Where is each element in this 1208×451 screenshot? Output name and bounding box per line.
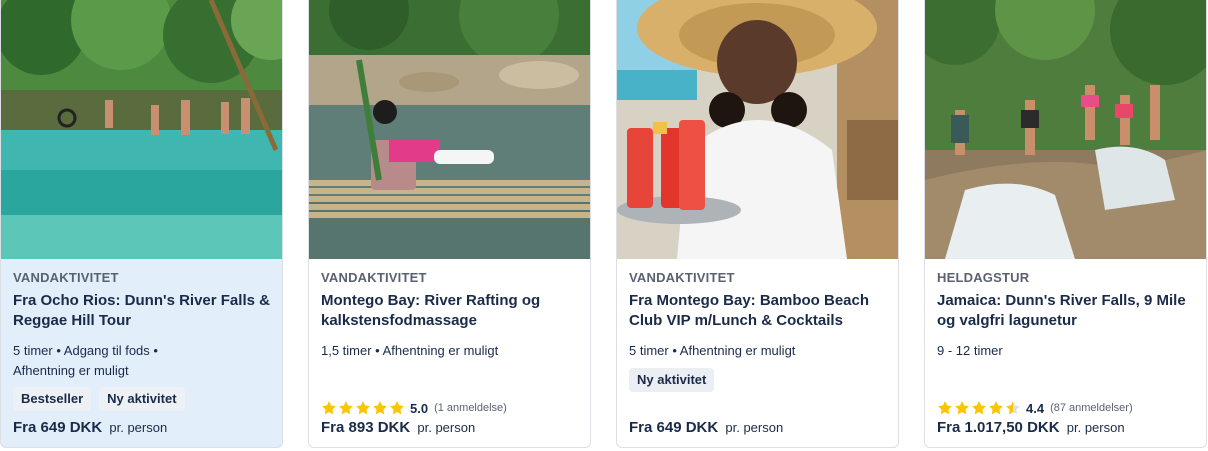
activity-badges: Ny aktivitet [629,368,715,392]
activity-photo-river[interactable] [1,0,282,259]
star-icon [1006,401,1020,415]
star-icon [322,401,336,415]
activity-price: Fra 649 DKK pr. person [13,419,167,436]
new-activity-badge: Ny aktivitet [99,387,185,411]
activity-category: VANDAKTIVITET [321,270,427,285]
bestseller-badge: Bestseller [13,387,92,411]
activity-meta: 5 timer • Afhentning er muligt [629,341,886,361]
activity-meta-line: 9 - 12 timer [937,343,1003,358]
price-amount: Fra 649 DKK [13,419,103,436]
activity-card-ocho-rios[interactable]: VANDAKTIVITET Fra Ocho Rios: Dunn's Rive… [0,0,283,448]
price-unit: pr. person [1066,420,1125,435]
star-icon [339,401,353,415]
rating-value: 5.0 [410,400,429,416]
activity-meta-line: 1,5 timer • Afhentning er muligt [321,343,499,358]
star-icon [989,401,1003,415]
activity-photo-waterfall[interactable] [925,0,1206,259]
activity-price: Fra 649 DKK pr. person [629,419,783,436]
activity-meta: 5 timer • Adgang til fods • Afhentning e… [13,341,270,381]
activity-title[interactable]: Fra Montego Bay: Bamboo Beach Club VIP m… [629,291,888,331]
activity-title[interactable]: Jamaica: Dunn's River Falls, 9 Mile og v… [937,291,1196,331]
activity-card-river-rafting[interactable]: VANDAKTIVITET Montego Bay: River Rafting… [308,0,591,448]
activity-meta: 9 - 12 timer [937,341,1194,361]
star-icon [938,401,952,415]
price-unit: pr. person [109,420,168,435]
new-activity-badge: Ny aktivitet [629,368,715,392]
price-amount: Fra 1.017,50 DKK [937,419,1060,436]
star-icon [356,401,370,415]
price-amount: Fra 893 DKK [321,419,411,436]
star-icon [955,401,969,415]
rating-count: (1 anmeldelse) [434,402,507,414]
activity-meta-line: Afhentning er muligt [13,363,129,378]
price-unit: pr. person [417,420,476,435]
activity-photo-waitress[interactable] [617,0,898,259]
price-unit: pr. person [725,420,784,435]
activity-meta-line: 5 timer • Afhentning er muligt [629,343,796,358]
activity-rating: 4.4 (87 anmeldelser) [937,400,1133,416]
activity-cards-row: VANDAKTIVITET Fra Ocho Rios: Dunn's Rive… [0,0,1208,451]
activity-meta: 1,5 timer • Afhentning er muligt [321,341,578,361]
activity-price: Fra 893 DKK pr. person [321,419,475,436]
activity-title[interactable]: Montego Bay: River Rafting og kalkstensf… [321,291,580,331]
activity-card-bamboo-beach[interactable]: VANDAKTIVITET Fra Montego Bay: Bamboo Be… [616,0,899,448]
activity-category: VANDAKTIVITET [13,270,119,285]
activity-price: Fra 1.017,50 DKK pr. person [937,419,1125,436]
activity-rating: 5.0 (1 anmeldelse) [321,400,507,416]
rating-value: 4.4 [1026,400,1045,416]
rating-count: (87 anmeldelser) [1050,402,1133,414]
star-icon [972,401,986,415]
price-amount: Fra 649 DKK [629,419,719,436]
activity-card-jamaica-full-day[interactable]: HELDAGSTUR Jamaica: Dunn's River Falls, … [924,0,1207,448]
star-icon [373,401,387,415]
star-icon [390,401,404,415]
activity-category: VANDAKTIVITET [629,270,735,285]
activity-badges: Bestseller Ny aktivitet [13,387,185,411]
activity-category: HELDAGSTUR [937,270,1030,285]
rating-stars [321,400,405,416]
rating-stars [937,400,1021,416]
activity-photo-raft[interactable] [309,0,590,259]
activity-meta-line: 5 timer • Adgang til fods • [13,343,158,358]
activity-title[interactable]: Fra Ocho Rios: Dunn's River Falls & Regg… [13,291,272,331]
